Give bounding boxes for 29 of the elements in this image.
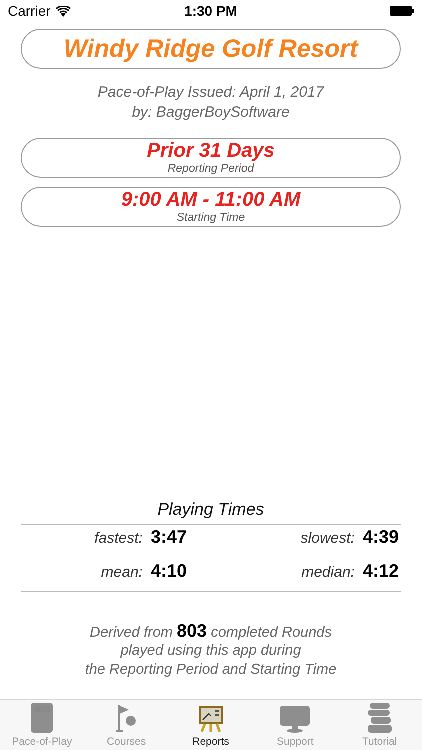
battery-icon xyxy=(390,6,414,16)
tab-button[interactable]: Support xyxy=(253,700,338,750)
filter-button[interactable]: 9:00 AM - 11:00 AM Starting Time xyxy=(21,187,401,227)
carrier-name: Carrier xyxy=(8,3,51,19)
tab-button[interactable]: Pace-of-Play xyxy=(0,700,84,750)
section-heading: Playing Times xyxy=(156,498,266,520)
stat-label: median: xyxy=(302,564,355,580)
stat-label: mean: xyxy=(101,564,143,580)
filter-button[interactable]: Prior 31 Days Reporting Period xyxy=(21,138,401,178)
course-title-button[interactable]: Windy Ridge Golf Resort xyxy=(21,29,401,69)
stat-label: slowest: xyxy=(300,530,355,546)
calculator-icon xyxy=(31,703,54,733)
monitor-icon xyxy=(280,705,310,733)
golf-flag-icon xyxy=(116,705,138,733)
clock-time: 1:30 PM xyxy=(184,3,238,19)
issued-text: Pace-of-Play Issued: April 1, 2017 xyxy=(96,83,326,103)
stat-value: 4:39 xyxy=(362,526,399,548)
tab-button[interactable]: Reports xyxy=(168,700,254,750)
tab-button[interactable]: Courses xyxy=(84,700,169,750)
chart-easel-icon xyxy=(199,705,224,733)
stat-value: 4:12 xyxy=(362,560,399,582)
author-text: by: BaggerBoySoftware xyxy=(131,103,291,123)
stat-value: 4:10 xyxy=(150,560,187,582)
stat-value: 3:47 xyxy=(150,526,187,548)
stat-label: fastest: xyxy=(94,530,143,546)
tab-button[interactable]: Tutorial xyxy=(338,700,422,750)
wifi-icon xyxy=(56,6,71,16)
rounds-note: Derived from 803 completed Rounds played using this app during the Reporting Period and Starting Time xyxy=(84,622,338,679)
book-stack-icon xyxy=(366,703,393,733)
